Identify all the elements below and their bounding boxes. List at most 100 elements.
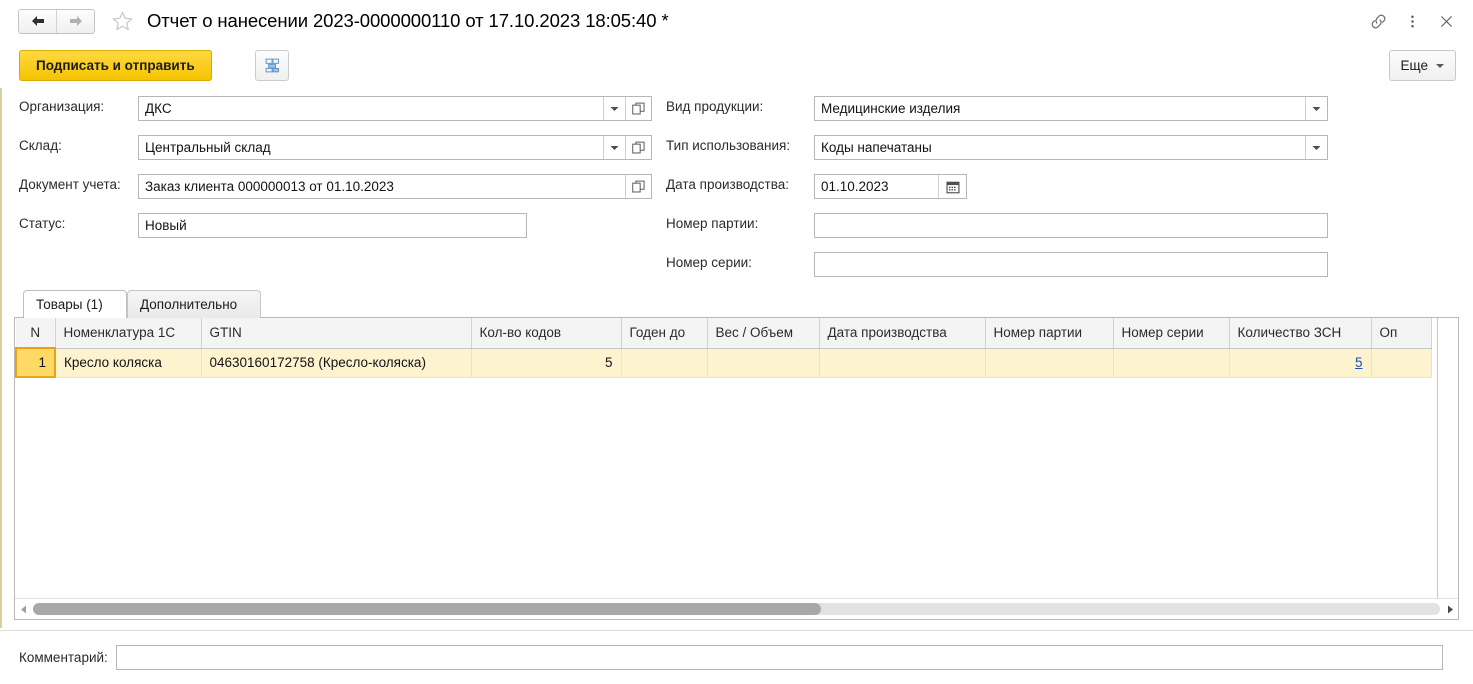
cell-codes-count[interactable]: 5: [471, 348, 622, 378]
calendar-icon: [945, 181, 960, 193]
col-header-good-until[interactable]: Годен до: [621, 318, 708, 349]
production-date-label-wrap: Дата производства:: [666, 177, 789, 192]
organization-field[interactable]: ДКС: [138, 96, 652, 121]
arrow-left-icon: [31, 16, 44, 26]
col-header-n[interactable]: N: [16, 318, 56, 349]
warehouse-label-wrap: Склад:: [19, 138, 62, 153]
table-horizontal-scrollbar[interactable]: [15, 598, 1458, 619]
usage-type-label-wrap: Тип использования:: [666, 138, 790, 153]
open-window-icon: [632, 141, 645, 154]
col-header-batch-number[interactable]: Номер партии: [985, 318, 1114, 349]
usage-type-dropdown-button[interactable]: [1305, 136, 1327, 159]
window-controls: [1363, 0, 1461, 42]
title-bar: Отчет о нанесении 2023-0000000110 от 17.…: [0, 0, 1473, 42]
col-header-gtin[interactable]: GTIN: [201, 318, 472, 349]
product-type-dropdown-button[interactable]: [1305, 97, 1327, 120]
cell-series-number[interactable]: [1113, 348, 1230, 378]
forward-button[interactable]: [56, 9, 94, 33]
close-icon: [1440, 15, 1452, 27]
more-actions-label: Еще: [1400, 58, 1428, 73]
cell-truncated[interactable]: [1371, 348, 1432, 378]
accounting-doc-label: Документ учета:: [19, 177, 121, 192]
col-header-nomenclature[interactable]: Номенклатура 1С: [55, 318, 202, 349]
warehouse-dropdown-button[interactable]: [603, 136, 625, 159]
cell-production-date[interactable]: [819, 348, 986, 378]
warehouse-value[interactable]: Центральный склад: [139, 136, 603, 159]
tab-goods[interactable]: Товары (1): [23, 290, 127, 318]
open-window-icon: [632, 102, 645, 115]
more-actions-button[interactable]: Еще: [1388, 50, 1456, 81]
production-date-calendar-button[interactable]: [938, 175, 966, 198]
page-title: Отчет о нанесении 2023-0000000110 от 17.…: [147, 10, 669, 31]
link-icon: [1371, 14, 1385, 28]
warehouse-field[interactable]: Центральный склад: [138, 135, 652, 160]
accounting-doc-label-wrap: Документ учета:: [19, 177, 121, 192]
cell-row-number[interactable]: 1: [15, 347, 56, 378]
col-header-zsn-count[interactable]: Количество ЗСН: [1229, 318, 1372, 349]
chevron-down-icon: [1312, 145, 1321, 150]
scroll-thumb[interactable]: [33, 603, 821, 615]
scroll-track[interactable]: [33, 603, 1440, 615]
open-window-icon: [632, 180, 645, 193]
chevron-down-icon: [610, 145, 619, 150]
organization-value[interactable]: ДКС: [139, 97, 603, 120]
cell-good-until[interactable]: [621, 348, 708, 378]
series-number-label: Номер серии:: [666, 255, 752, 270]
navigation-buttons: [18, 8, 95, 34]
accounting-doc-open-button[interactable]: [625, 175, 651, 198]
batch-number-field[interactable]: [814, 213, 1328, 238]
product-type-value[interactable]: Медицинские изделия: [815, 97, 1305, 120]
star-icon: [112, 11, 132, 31]
usage-type-value[interactable]: Коды напечатаны: [815, 136, 1305, 159]
product-type-field[interactable]: Медицинские изделия: [814, 96, 1328, 121]
series-number-field[interactable]: [814, 252, 1328, 277]
usage-type-field[interactable]: Коды напечатаны: [814, 135, 1328, 160]
chevron-down-icon: [610, 106, 619, 111]
more-vertical-icon: [1410, 14, 1414, 28]
form-fields: Организация: ДКС Склад: Центральный скла…: [0, 88, 1473, 288]
production-date-label: Дата производства:: [666, 177, 790, 192]
report-structure-button[interactable]: [255, 50, 289, 81]
comment-label: Комментарий:: [19, 649, 108, 665]
col-header-codes-count[interactable]: Кол-во кодов: [471, 318, 622, 349]
scroll-left-button[interactable]: [15, 599, 31, 619]
more-menu-button[interactable]: [1397, 6, 1427, 36]
tab-goods-label: Товары (1): [36, 297, 103, 312]
scroll-right-button[interactable]: [1442, 599, 1458, 619]
col-header-weight-volume[interactable]: Вес / Объем: [707, 318, 820, 349]
sign-and-send-button[interactable]: Подписать и отправить: [19, 50, 212, 81]
production-date-field[interactable]: 01.10.2023: [814, 174, 967, 199]
command-bar: Подписать и отправить Еще: [0, 42, 1473, 87]
copy-link-button[interactable]: [1363, 6, 1393, 36]
warehouse-open-button[interactable]: [625, 136, 651, 159]
cell-zsn-count[interactable]: 5: [1229, 348, 1372, 378]
status-label: Статус:: [19, 216, 66, 231]
comment-input[interactable]: [115, 644, 1443, 670]
col-header-production-date[interactable]: Дата производства: [819, 318, 986, 349]
tab-additional-label: Дополнительно: [140, 297, 238, 312]
table-header-row: N Номенклатура 1С GTIN Кол-во кодов Годе…: [16, 318, 1432, 349]
organization-dropdown-button[interactable]: [603, 97, 625, 120]
chevron-down-icon: [1436, 63, 1444, 68]
production-date-value[interactable]: 01.10.2023: [815, 175, 938, 198]
accounting-doc-value[interactable]: Заказ клиента 000000013 от 01.10.2023: [139, 175, 625, 198]
status-label-wrap: Статус:: [19, 216, 65, 231]
cell-nomenclature[interactable]: Кресло коляска: [55, 348, 202, 378]
cell-batch-number[interactable]: [985, 348, 1114, 378]
cell-gtin[interactable]: 04630160172758 (Кресло-коляска): [201, 348, 472, 378]
status-field: Новый: [138, 213, 527, 238]
zsn-count-link[interactable]: 5: [1355, 355, 1363, 370]
col-header-truncated[interactable]: Оп: [1371, 318, 1432, 349]
back-button[interactable]: [19, 9, 56, 33]
accounting-doc-field[interactable]: Заказ клиента 000000013 от 01.10.2023: [138, 174, 652, 199]
tab-strip: Товары (1) Дополнительно: [14, 290, 1459, 318]
warehouse-label: Склад:: [19, 138, 62, 153]
product-type-label: Вид продукции:: [666, 99, 764, 114]
organization-open-button[interactable]: [625, 97, 651, 120]
col-header-series-number[interactable]: Номер серии: [1113, 318, 1230, 349]
table-row[interactable]: 1 Кресло коляска 04630160172758 (Кресло-…: [15, 347, 1432, 378]
cell-weight-volume[interactable]: [707, 348, 820, 378]
tab-additional[interactable]: Дополнительно: [127, 290, 261, 318]
close-button[interactable]: [1431, 6, 1461, 36]
add-to-favorites-button[interactable]: [109, 8, 135, 34]
